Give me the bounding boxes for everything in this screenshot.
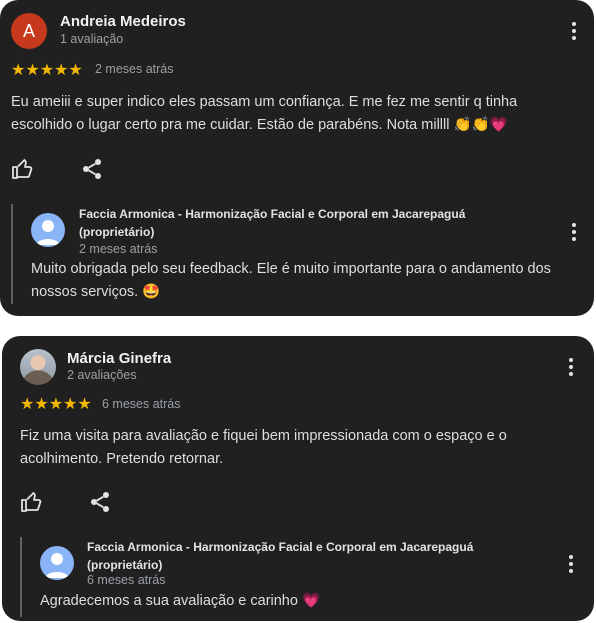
review-card: Márcia Ginefra 2 avaliações ★★★★★ 6 mese…	[2, 336, 594, 621]
more-vert-icon[interactable]	[569, 555, 573, 573]
owner-name: Faccia Armonica - Harmonização Facial e …	[79, 207, 466, 221]
reply-text-body: Muito obrigada pelo seu feedback. Ele é …	[31, 261, 551, 300]
review-count: 2 avaliações	[67, 368, 137, 382]
thumbs-up-icon[interactable]	[11, 157, 35, 181]
avatar-letter: A	[22, 20, 35, 41]
reply-text-emoji: 💗	[301, 593, 321, 609]
star-rating: ★★★★★	[20, 396, 92, 413]
thumbs-up-icon[interactable]	[20, 490, 44, 514]
more-vert-icon[interactable]	[569, 358, 573, 376]
share-icon[interactable]	[80, 157, 104, 181]
review-text-emoji: 👏👏💗	[453, 117, 508, 133]
review-date: 6 meses atrás	[102, 397, 181, 411]
owner-name-block: Faccia Armonica - Harmonização Facial e …	[79, 205, 549, 241]
avatar[interactable]: A	[11, 13, 47, 49]
owner-avatar	[40, 546, 74, 580]
reply-text: Muito obrigada pelo seu feedback. Ele é …	[31, 258, 591, 304]
reviewer-name[interactable]: Andreia Medeiros	[60, 13, 186, 30]
reply-date: 2 meses atrás	[79, 242, 158, 256]
owner-name: Faccia Armonica - Harmonização Facial e …	[87, 540, 474, 554]
share-icon[interactable]	[88, 490, 112, 514]
star-rating: ★★★★★	[11, 62, 83, 79]
more-vert-icon[interactable]	[572, 223, 576, 241]
reply-date: 6 meses atrás	[87, 573, 166, 587]
owner-tag: (proprietário)	[79, 225, 155, 239]
review-card: A Andreia Medeiros 1 avaliação ★★★★★ 2 m…	[0, 0, 594, 316]
reply-divider	[11, 204, 13, 304]
reply-text-body: Agradecemos a sua avaliação e carinho	[40, 593, 298, 609]
review-text-body: Eu ameiii e super indico eles passam um …	[11, 94, 518, 133]
review-count: 1 avaliação	[60, 32, 124, 46]
owner-avatar	[31, 213, 65, 247]
reply-text-emoji: 🤩	[142, 284, 161, 300]
owner-name-block: Faccia Armonica - Harmonização Facial e …	[87, 538, 552, 574]
review-text: Fiz uma visita para avaliação e fiquei b…	[20, 428, 507, 467]
more-vert-icon[interactable]	[572, 22, 576, 40]
owner-tag: (proprietário)	[87, 558, 163, 572]
review-date: 2 meses atrás	[95, 62, 174, 76]
avatar[interactable]	[20, 349, 56, 385]
reply-text: Agradecemos a sua avaliação e carinho 💗	[40, 590, 560, 613]
review-text: Eu ameiii e super indico eles passam um …	[11, 91, 571, 137]
reply-divider	[20, 537, 22, 617]
reviewer-name[interactable]: Márcia Ginefra	[67, 350, 171, 367]
